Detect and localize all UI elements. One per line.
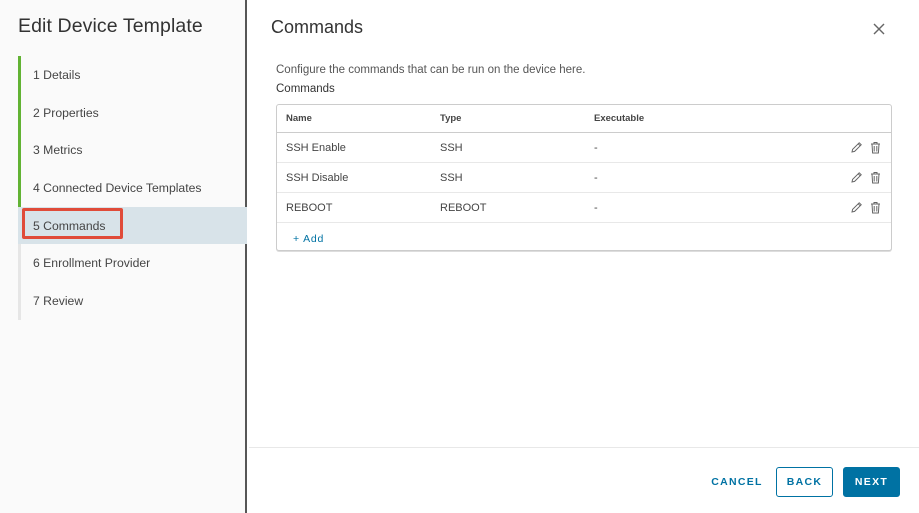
pencil-icon[interactable] bbox=[849, 140, 864, 155]
step-label: 3 Metrics bbox=[33, 143, 83, 158]
step-label: 2 Properties bbox=[33, 105, 99, 120]
step-rail bbox=[18, 131, 21, 170]
commands-grid: Name Type Executable SSH Enable SSH - SS… bbox=[276, 104, 892, 251]
step-label: 4 Connected Device Templates bbox=[33, 180, 202, 195]
grid-header: Name Type Executable bbox=[277, 105, 891, 133]
step-connected-device-templates[interactable]: 4 Connected Device Templates bbox=[18, 169, 247, 207]
cell-type: SSH bbox=[440, 142, 463, 154]
step-details[interactable]: 1 Details bbox=[18, 56, 247, 94]
add-command-button[interactable]: + Add bbox=[293, 233, 324, 245]
step-rail bbox=[18, 282, 21, 320]
close-icon[interactable] bbox=[870, 20, 888, 38]
step-rail bbox=[18, 206, 21, 245]
row-actions bbox=[849, 140, 883, 155]
cell-type: REBOOT bbox=[440, 202, 487, 214]
back-button[interactable]: BACK bbox=[776, 467, 833, 497]
cancel-button[interactable]: CANCEL bbox=[704, 467, 770, 497]
cell-name: SSH Enable bbox=[286, 142, 346, 154]
commands-section-label: Commands bbox=[276, 83, 335, 95]
page-title: Commands bbox=[271, 17, 364, 37]
step-label: 7 Review bbox=[33, 293, 84, 308]
table-row: SSH Disable SSH - bbox=[277, 163, 891, 193]
trash-icon[interactable] bbox=[868, 170, 883, 185]
wizard-footer: CANCEL BACK NEXT bbox=[249, 447, 919, 513]
row-actions bbox=[849, 200, 883, 215]
cell-type: SSH bbox=[440, 172, 463, 184]
pencil-icon[interactable] bbox=[849, 200, 864, 215]
wizard-sidebar: Edit Device Template 1 Details 2 Propert… bbox=[0, 0, 247, 513]
wizard-content: Commands Configure the commands that can… bbox=[249, 0, 919, 513]
step-rail bbox=[18, 169, 21, 207]
step-enrollment-provider[interactable]: 6 Enrollment Provider bbox=[18, 244, 247, 283]
step-rail bbox=[18, 93, 21, 132]
trash-icon[interactable] bbox=[868, 200, 883, 215]
cell-executable: - bbox=[594, 172, 598, 184]
step-rail bbox=[18, 56, 21, 94]
cell-executable: - bbox=[594, 202, 598, 214]
next-button[interactable]: NEXT bbox=[843, 467, 900, 497]
pencil-icon[interactable] bbox=[849, 170, 864, 185]
column-header-name[interactable]: Name bbox=[286, 113, 312, 124]
step-label: 5 Commands bbox=[33, 218, 106, 233]
table-row: REBOOT REBOOT - bbox=[277, 193, 891, 223]
row-actions bbox=[849, 170, 883, 185]
wizard-title: Edit Device Template bbox=[18, 15, 203, 37]
column-header-type[interactable]: Type bbox=[440, 113, 461, 124]
cell-name: SSH Disable bbox=[286, 172, 349, 184]
cell-name: REBOOT bbox=[286, 202, 333, 214]
trash-icon[interactable] bbox=[868, 140, 883, 155]
step-label: 1 Details bbox=[33, 67, 81, 82]
cell-executable: - bbox=[594, 142, 598, 154]
step-commands[interactable]: 5 Commands bbox=[18, 206, 247, 245]
wizard-steps: 1 Details 2 Properties 3 Metrics 4 Conne… bbox=[18, 56, 247, 320]
step-label: 6 Enrollment Provider bbox=[33, 256, 151, 271]
step-properties[interactable]: 2 Properties bbox=[18, 93, 247, 132]
step-rail bbox=[18, 244, 21, 283]
table-row: SSH Enable SSH - bbox=[277, 133, 891, 163]
page-description: Configure the commands that can be run o… bbox=[276, 64, 586, 76]
step-metrics[interactable]: 3 Metrics bbox=[18, 131, 247, 170]
column-header-executable[interactable]: Executable bbox=[594, 113, 644, 124]
step-review[interactable]: 7 Review bbox=[18, 282, 247, 320]
